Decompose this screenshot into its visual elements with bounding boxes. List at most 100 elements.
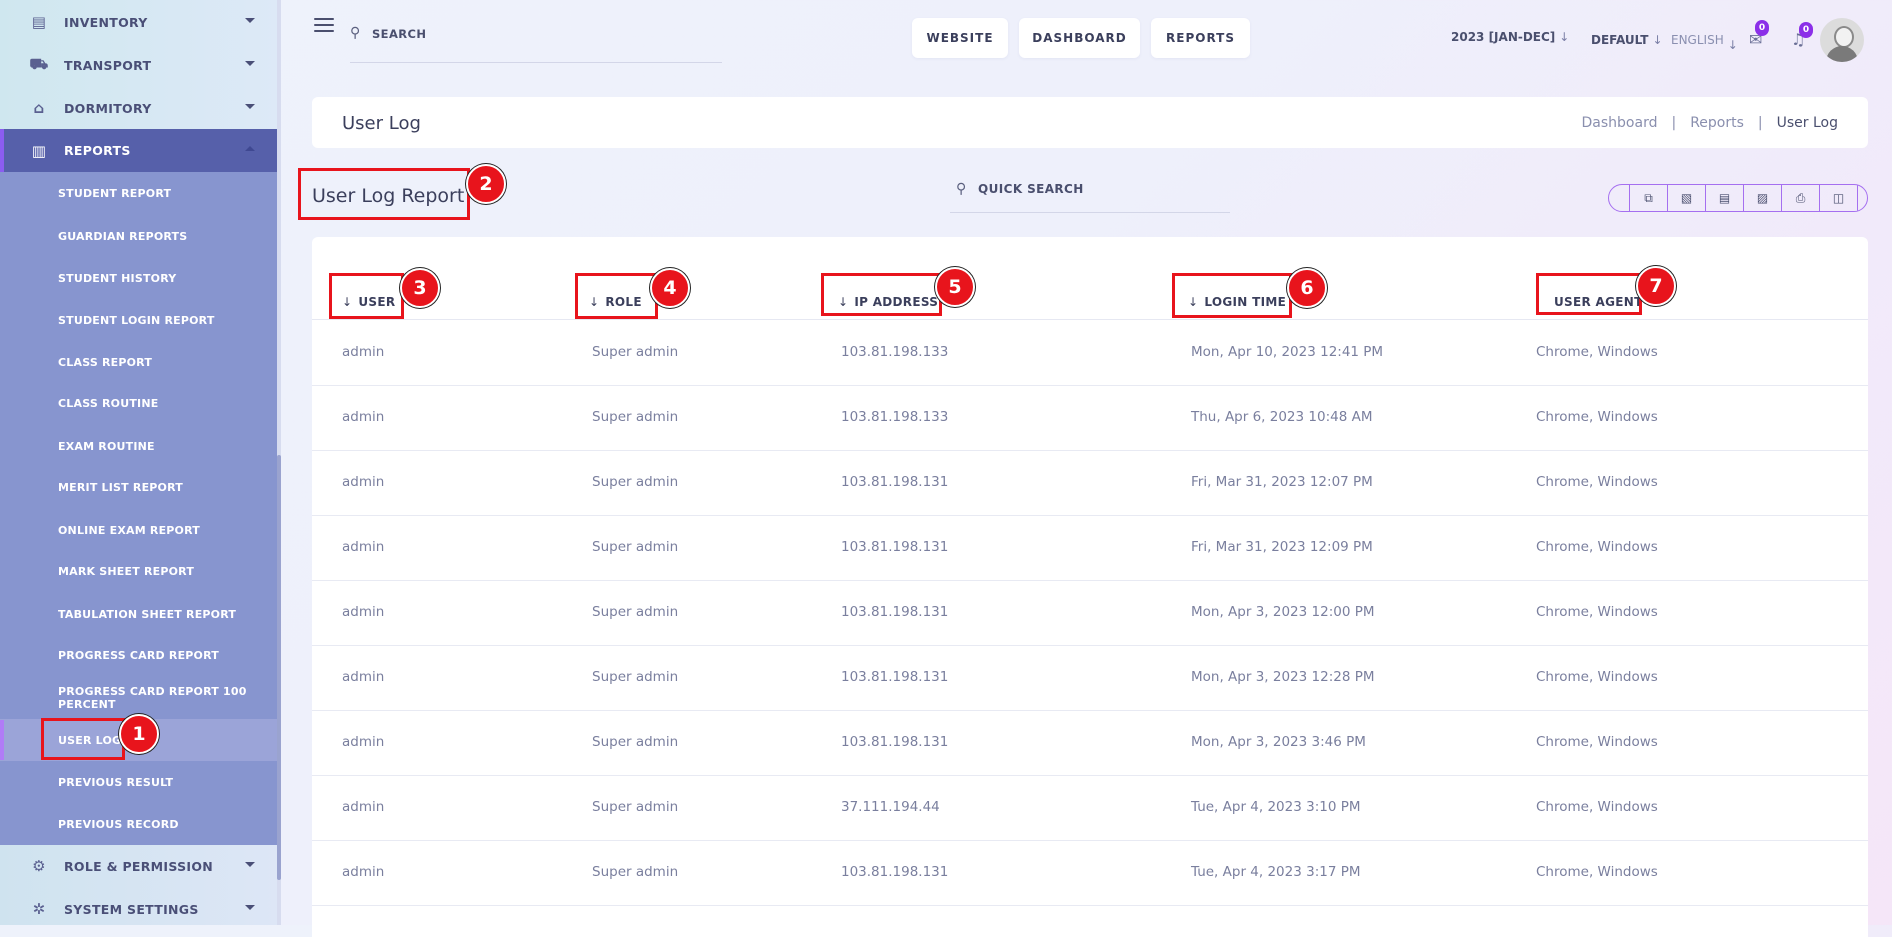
table-row: admin Super admin 37.111.194.44 Tue, Apr…	[312, 775, 1868, 841]
sidebar-item-reports[interactable]: ▥ REPORTS	[0, 129, 277, 172]
current-subitem-indicator	[0, 720, 4, 760]
subitem-label: STUDENT LOGIN REPORT	[58, 313, 215, 327]
cell-user-agent: Chrome, Windows	[1536, 344, 1658, 360]
columns-icon[interactable]: ◫	[1819, 185, 1858, 211]
sidebar-item-label: TRANSPORT	[64, 57, 152, 73]
language-select[interactable]: ENGLISH ↓	[1671, 33, 1738, 52]
print-icon[interactable]: ⎙	[1781, 185, 1819, 211]
cell-user: admin	[342, 669, 385, 685]
sidebar-scrollbar[interactable]	[277, 0, 281, 925]
cell-login-time: Fri, Mar 31, 2023 12:07 PM	[1191, 474, 1373, 490]
cell-role: Super admin	[592, 409, 679, 425]
caret-down-icon	[245, 104, 255, 109]
cell-user: admin	[342, 474, 385, 490]
sidebar-subitem-class-routine[interactable]: CLASS ROUTINE	[0, 382, 277, 424]
breadcrumb-link-dashboard[interactable]: Dashboard	[1582, 115, 1658, 131]
breadcrumb-link-reports[interactable]: Reports	[1690, 115, 1744, 131]
avatar[interactable]	[1820, 18, 1864, 62]
bus-icon: ⛟	[29, 55, 49, 73]
pdf-icon[interactable]: ▨	[1743, 185, 1781, 211]
sidebar-subitem-progress-card-report-100[interactable]: PROGRESS CARD REPORT 100 PERCENT	[0, 677, 277, 719]
cell-user: admin	[342, 539, 385, 555]
breadcrumb: Dashboard | Reports | User Log	[1581, 115, 1838, 131]
subitem-label: CLASS ROUTINE	[58, 396, 159, 410]
table-row: admin Super admin 103.81.198.131 Mon, Ap…	[312, 710, 1868, 776]
subitem-label: ONLINE EXAM REPORT	[58, 523, 200, 537]
cell-user: admin	[342, 864, 385, 880]
breadcrumb-card: User Log Dashboard | Reports | User Log	[312, 97, 1868, 148]
subitem-label: PROGRESS CARD REPORT	[58, 648, 219, 662]
subitem-label: MARK SHEET REPORT	[58, 564, 195, 578]
sidebar: ▤ INVENTORY ⛟ TRANSPORT ⌂ DORMITORY ▥ RE…	[0, 0, 277, 925]
notification-count-badge: 0	[1799, 22, 1813, 38]
cell-ip: 103.81.198.131	[841, 604, 949, 620]
sidebar-item-transport[interactable]: ⛟ TRANSPORT	[0, 44, 277, 86]
cell-user-agent: Chrome, Windows	[1536, 864, 1658, 880]
excel-icon[interactable]: ▧	[1667, 185, 1705, 211]
table-row: admin Super admin 103.81.198.131 Fri, Ma…	[312, 515, 1868, 581]
annotation-badge-4: 4	[650, 268, 690, 308]
sidebar-subitem-merit-list-report[interactable]: MERIT LIST REPORT	[0, 466, 277, 508]
quick-search-input[interactable]: ⚲ QUICK SEARCH	[950, 180, 1230, 213]
sidebar-item-system-settings[interactable]: ✲ SYSTEM SETTINGS	[0, 888, 277, 925]
cell-role: Super admin	[592, 669, 679, 685]
cell-user: admin	[342, 344, 385, 360]
cell-user-agent: Chrome, Windows	[1536, 669, 1658, 685]
search-input[interactable]: ⚲ SEARCH	[350, 22, 722, 63]
sidebar-item-inventory[interactable]: ▤ INVENTORY	[0, 1, 277, 43]
annotation-box-3	[329, 273, 404, 319]
sidebar-subitem-exam-routine[interactable]: EXAM ROUTINE	[0, 425, 277, 467]
cell-ip: 103.81.198.131	[841, 864, 949, 880]
sidebar-subitem-class-report[interactable]: CLASS REPORT	[0, 341, 277, 383]
search-icon: ⚲	[350, 25, 361, 41]
subitem-label: MERIT LIST REPORT	[58, 480, 183, 494]
copy-icon[interactable]: ⧉	[1629, 185, 1667, 211]
csv-icon[interactable]: ▤	[1705, 185, 1743, 211]
quick-search-placeholder: QUICK SEARCH	[978, 182, 1084, 196]
sidebar-item-role-permission[interactable]: ⚙ ROLE & PERMISSION	[0, 845, 277, 887]
page-title: User Log	[342, 113, 421, 134]
cell-ip: 103.81.198.131	[841, 539, 949, 555]
annotation-badge-6: 6	[1287, 268, 1327, 308]
dashboard-button[interactable]: DASHBOARD	[1019, 18, 1140, 58]
annotation-badge-2: 2	[466, 164, 506, 204]
cell-login-time: Tue, Apr 4, 2023 3:17 PM	[1191, 864, 1361, 880]
breadcrumb-current: User Log	[1776, 115, 1838, 131]
sidebar-subitem-student-history[interactable]: STUDENT HISTORY	[0, 257, 277, 299]
sidebar-subitem-mark-sheet-report[interactable]: MARK SHEET REPORT	[0, 550, 277, 592]
table-row: admin Super admin 103.81.198.131 Tue, Ap…	[312, 840, 1868, 906]
bed-icon: ⌂	[33, 99, 45, 117]
sidebar-subitem-online-exam-report[interactable]: ONLINE EXAM REPORT	[0, 509, 277, 551]
reports-button[interactable]: REPORTS	[1151, 18, 1250, 58]
cell-user-agent: Chrome, Windows	[1536, 799, 1658, 815]
subitem-label: STUDENT REPORT	[58, 186, 172, 200]
hamburger-menu-icon[interactable]	[314, 18, 334, 34]
sidebar-subitem-progress-card-report[interactable]: PROGRESS CARD REPORT	[0, 634, 277, 676]
sidebar-item-dormitory[interactable]: ⌂ DORMITORY	[0, 87, 277, 129]
cell-role: Super admin	[592, 474, 679, 490]
subitem-label: TABULATION SHEET REPORT	[58, 607, 237, 621]
inventory-icon: ▤	[31, 13, 47, 31]
session-select[interactable]: 2023 [JAN-DEC] ↓	[1451, 30, 1569, 44]
sidebar-subitem-student-login-report[interactable]: STUDENT LOGIN REPORT	[0, 299, 277, 341]
cell-user: admin	[342, 604, 385, 620]
cell-ip: 103.81.198.133	[841, 409, 949, 425]
sidebar-subitem-tabulation-sheet-report[interactable]: TABULATION SHEET REPORT	[0, 593, 277, 635]
search-icon: ⚲	[956, 181, 967, 197]
sidebar-subitem-previous-result[interactable]: PREVIOUS RESULT	[0, 761, 277, 803]
caret-down-icon	[245, 18, 255, 23]
website-button[interactable]: WEBSITE	[912, 18, 1008, 58]
cell-login-time: Thu, Apr 6, 2023 10:48 AM	[1191, 409, 1373, 425]
sidebar-subitem-previous-record[interactable]: PREVIOUS RECORD	[0, 803, 277, 845]
arrow-down-icon: ↓	[1559, 30, 1570, 44]
sidebar-subitem-guardian-reports[interactable]: GUARDIAN REPORTS	[0, 215, 277, 257]
cell-role: Super admin	[592, 799, 679, 815]
sidebar-subitem-student-report[interactable]: STUDENT REPORT	[0, 172, 277, 214]
style-select[interactable]: DEFAULT ↓	[1591, 33, 1663, 47]
scrollbar-thumb[interactable]	[277, 455, 281, 880]
cell-user-agent: Chrome, Windows	[1536, 409, 1658, 425]
cell-login-time: Mon, Apr 10, 2023 12:41 PM	[1191, 344, 1384, 360]
cell-user-agent: Chrome, Windows	[1536, 539, 1658, 555]
table-row: admin Super admin 103.81.198.131 Fri, Ma…	[312, 450, 1868, 516]
cell-login-time: Mon, Apr 3, 2023 12:28 PM	[1191, 669, 1375, 685]
